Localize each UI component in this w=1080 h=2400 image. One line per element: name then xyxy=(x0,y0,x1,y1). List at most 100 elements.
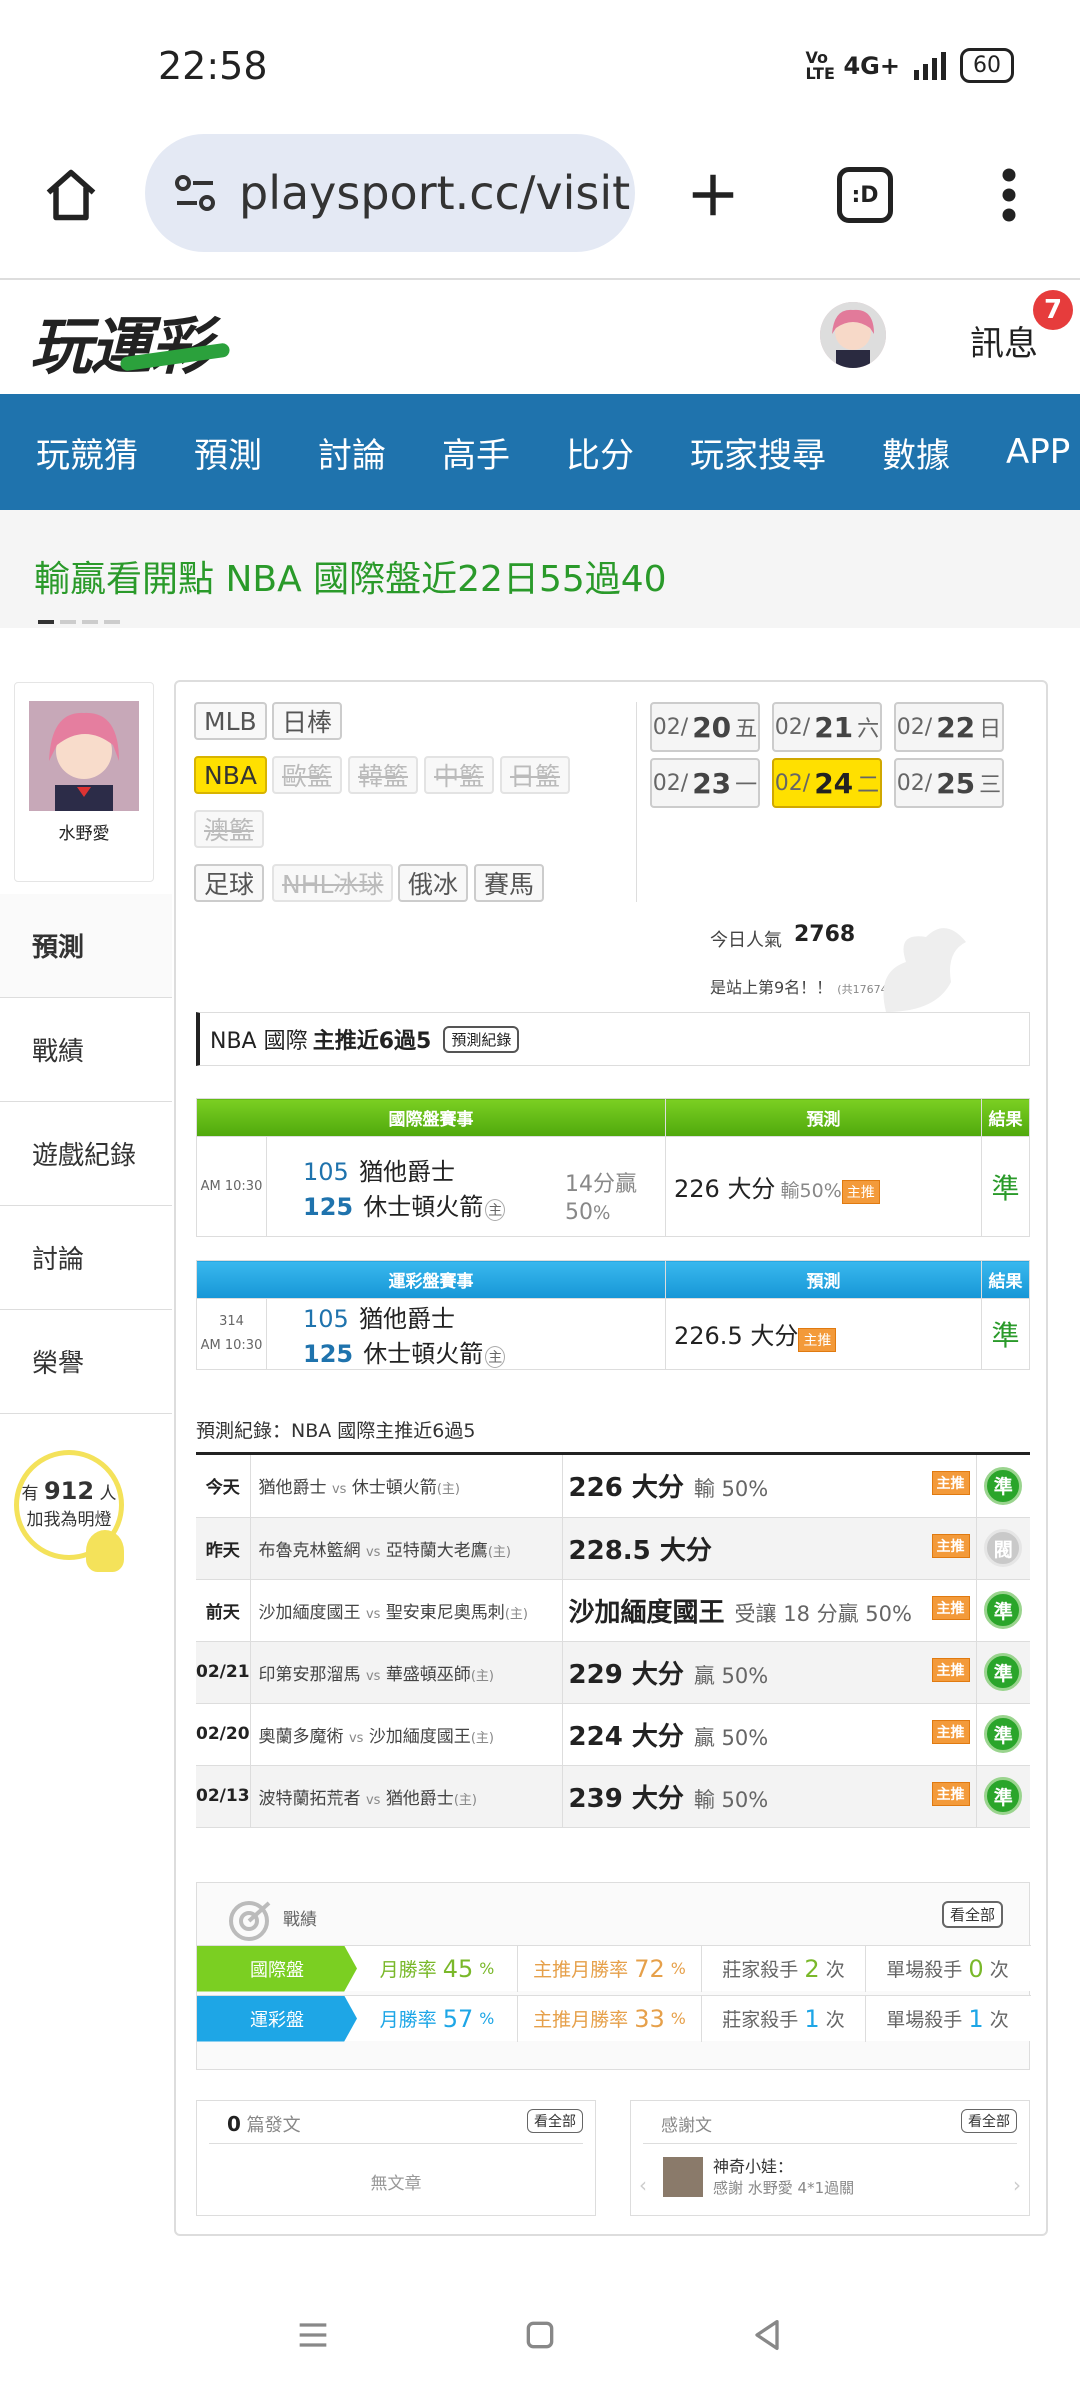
thanks-text[interactable]: 感謝 水野愛 4*1過關 xyxy=(713,2177,854,2198)
history-pick: 沙加緬度國王 受讓 18 分贏 50% 主推 xyxy=(562,1579,976,1642)
league-tag-nhl: NHL冰球 xyxy=(272,864,394,902)
history-row[interactable]: 今天 猶他爵士 vs 休士頓火箭(主) 226 大分輸 50% 主推準 xyxy=(196,1455,1030,1518)
history-row[interactable]: 昨天 布魯克林籃網 vs 亞特蘭大老鷹(主) 228.5 大分 主推閥 xyxy=(196,1517,1030,1580)
url-bar[interactable]: playsport.cc/visit xyxy=(145,134,635,252)
date-0224[interactable]: 02/24 二 xyxy=(772,758,882,808)
stats-single-killer: 單場殺手 0 次 xyxy=(865,1945,1029,1992)
date-0220[interactable]: 02/20 五 xyxy=(650,702,760,752)
history-result: 準 xyxy=(975,1641,1030,1704)
thanks-prev-icon[interactable]: ‹ xyxy=(639,2173,647,2197)
history-day: 昨天 xyxy=(196,1517,251,1580)
thanks-label: 感謝文 xyxy=(661,2116,712,2136)
profile-avatar[interactable] xyxy=(29,701,139,811)
nav-item-scores[interactable]: 比分 xyxy=(566,428,634,477)
nav-item-discuss[interactable]: 討論 xyxy=(318,428,386,477)
tab-switcher-icon[interactable]: :D xyxy=(820,150,910,240)
browser-toolbar: playsport.cc/visit :D xyxy=(0,130,1080,280)
messages-count-badge: 7 xyxy=(1033,290,1073,330)
history-matchup[interactable]: 印第安那溜馬 vs 華盛頓巫師(主) xyxy=(250,1641,563,1704)
league-tag-horse[interactable]: 賽馬 xyxy=(474,864,545,902)
history-row[interactable]: 02/13 波特蘭拓荒者 vs 猶他爵士(主) 239 大分輸 50% 主推準 xyxy=(196,1765,1030,1828)
clock: 22:58 xyxy=(158,44,268,88)
league-tag-mlb[interactable]: MLB xyxy=(194,702,267,740)
league-tag-soccer[interactable]: 足球 xyxy=(194,864,265,902)
thanks-view-all-button[interactable]: 看全部 xyxy=(961,2109,1017,2133)
history-pick: 226 大分輸 50% 主推 xyxy=(562,1455,976,1518)
history-row[interactable]: 前天 沙加緬度國王 vs 聖安東尼奧馬刺(主) 沙加緬度國王 受讓 18 分贏 50%… xyxy=(196,1579,1030,1642)
lottery-result: 準 xyxy=(981,1298,1030,1370)
league-tag-npb[interactable]: 日棒 xyxy=(272,702,343,740)
tags-divider xyxy=(636,702,637,902)
menu-dots-icon[interactable] xyxy=(964,150,1054,240)
history-row[interactable]: 02/21 印第安那溜馬 vs 華盛頓巫師(主) 229 大分贏 50% 主推準 xyxy=(196,1641,1030,1704)
league-tag-bleague: 日籃 xyxy=(500,756,571,794)
history-pick: 228.5 大分 主推 xyxy=(562,1517,976,1580)
sidebar-item-honor[interactable]: 榮譽 xyxy=(0,1310,172,1414)
date-0223[interactable]: 02/23 一 xyxy=(650,758,760,808)
nav-item-experts[interactable]: 高手 xyxy=(442,428,510,477)
date-0221[interactable]: 02/21 六 xyxy=(772,702,882,752)
sidebar-item-record[interactable]: 戰績 xyxy=(0,998,172,1102)
sidebar-item-game-log[interactable]: 遊戲紀錄 xyxy=(0,1102,172,1206)
signal-icon xyxy=(914,51,946,80)
league-tag-khl[interactable]: 俄冰 xyxy=(398,864,469,902)
history-matchup[interactable]: 沙加緬度國王 vs 聖安東尼奧馬刺(主) xyxy=(250,1579,563,1642)
record-button[interactable]: 預測紀錄 xyxy=(443,1025,520,1053)
volte-icon: Vo LTE xyxy=(805,47,835,83)
main-pick-badge: 主推 xyxy=(931,1781,970,1806)
thanks-box: 感謝文 看全部 ‹ 神奇小娃： 感謝 水野愛 4*1過關 › xyxy=(630,2100,1030,2216)
posts-view-all-button[interactable]: 看全部 xyxy=(527,2109,583,2133)
stats-row: 國際盤 月勝率 45 % 主推月勝率 72 % 莊家殺手 2 次單場殺手 0 次 xyxy=(197,1945,1031,1992)
history-matchup[interactable]: 波特蘭拓荒者 vs 猶他爵士(主) xyxy=(250,1765,563,1828)
league-tag-nba[interactable]: NBA xyxy=(194,756,267,794)
nav-item-app[interactable]: APP xyxy=(1006,432,1070,472)
history-matchup[interactable]: 奧蘭多魔術 vs 沙加緬度國王(主) xyxy=(250,1703,563,1766)
intl-pick-table: 國際盤賽事 預測 結果 AM 10:30 105 猶他爵士 125 休士頓火箭主… xyxy=(196,1098,1030,1237)
profile-sidebar: 預測 戰績 遊戲紀錄 討論 榮譽 xyxy=(0,894,172,1414)
fans-cta[interactable]: 加我為明燈 xyxy=(27,1510,112,1530)
user-avatar[interactable] xyxy=(820,302,886,368)
history-day: 02/13 xyxy=(196,1765,251,1828)
news-ticker[interactable]: 輸贏看開點 NBA 國際盤近22日55過40 xyxy=(0,510,1080,628)
sidebar-item-predict[interactable]: 預測 xyxy=(0,894,172,998)
nav-item-data[interactable]: 數據 xyxy=(882,428,950,477)
league-tag-nbl: 澳籃 xyxy=(194,810,265,848)
history-row[interactable]: 02/20 奧蘭多魔術 vs 沙加緬度國王(主) 224 大分贏 50% 主推準 xyxy=(196,1703,1030,1766)
nav-item-predict[interactable]: 預測 xyxy=(194,428,262,477)
history-matchup[interactable]: 猶他爵士 vs 休士頓火箭(主) xyxy=(250,1455,563,1518)
lottery-header-result: 結果 xyxy=(981,1260,1030,1299)
thanks-next-icon[interactable]: › xyxy=(1013,2173,1021,2197)
nav-item-player-search[interactable]: 玩家搜尋 xyxy=(690,428,826,477)
prediction-panel: MLB 日棒 NBA 歐籃 韓籃 中籃 日籃 澳籃 足球 NHL冰球 俄冰 賽馬… xyxy=(174,680,1048,2236)
status-bar: 22:58 Vo LTE 4G+ 60 xyxy=(0,0,1080,130)
profile-name[interactable]: 水野愛 xyxy=(15,819,153,844)
stats-view-all-button[interactable]: 看全部 xyxy=(941,1901,1003,1928)
thanks-user-avatar[interactable] xyxy=(663,2157,703,2197)
history-result: 準 xyxy=(975,1579,1030,1642)
battery-icon: 60 xyxy=(960,48,1014,83)
site-logo[interactable]: 玩運彩 xyxy=(30,296,231,386)
lottery-header-pick: 預測 xyxy=(665,1260,982,1299)
thanks-user[interactable]: 神奇小娃： xyxy=(713,2153,793,2177)
new-tab-icon[interactable] xyxy=(668,150,758,240)
date-0225[interactable]: 02/25 三 xyxy=(894,758,1004,808)
back-icon[interactable] xyxy=(747,2315,787,2355)
home-icon[interactable] xyxy=(26,150,116,240)
messages-link[interactable]: 訊息 xyxy=(970,316,1038,365)
site-settings-icon[interactable] xyxy=(171,169,219,217)
lottery-matchup[interactable]: 105 猶他爵士 125 休士頓火箭主 xyxy=(266,1298,666,1370)
sidebar-item-discuss[interactable]: 討論 xyxy=(0,1206,172,1310)
stats-row-label: 運彩盤 xyxy=(197,1995,357,2042)
mascot-watermark-icon xyxy=(883,928,966,1012)
history-result: 閥 xyxy=(975,1517,1030,1580)
nav-item-guess[interactable]: 玩競猜 xyxy=(36,428,138,477)
history-matchup[interactable]: 布魯克林籃網 vs 亞特蘭大老鷹(主) xyxy=(250,1517,563,1580)
date-0222[interactable]: 02/22 日 xyxy=(894,702,1004,752)
recents-icon[interactable] xyxy=(293,2315,333,2355)
profile-card[interactable]: 水野愛 xyxy=(14,682,154,882)
popularity-value: 2768 xyxy=(794,922,856,947)
league-tag-cba: 中籃 xyxy=(424,756,495,794)
home-nav-icon[interactable] xyxy=(520,2315,560,2355)
game-matchup[interactable]: 105 猶他爵士 125 休士頓火箭主 14分贏 50% xyxy=(266,1136,666,1237)
ticker-text[interactable]: 輸贏看開點 NBA 國際盤近22日55過40 xyxy=(34,550,667,602)
